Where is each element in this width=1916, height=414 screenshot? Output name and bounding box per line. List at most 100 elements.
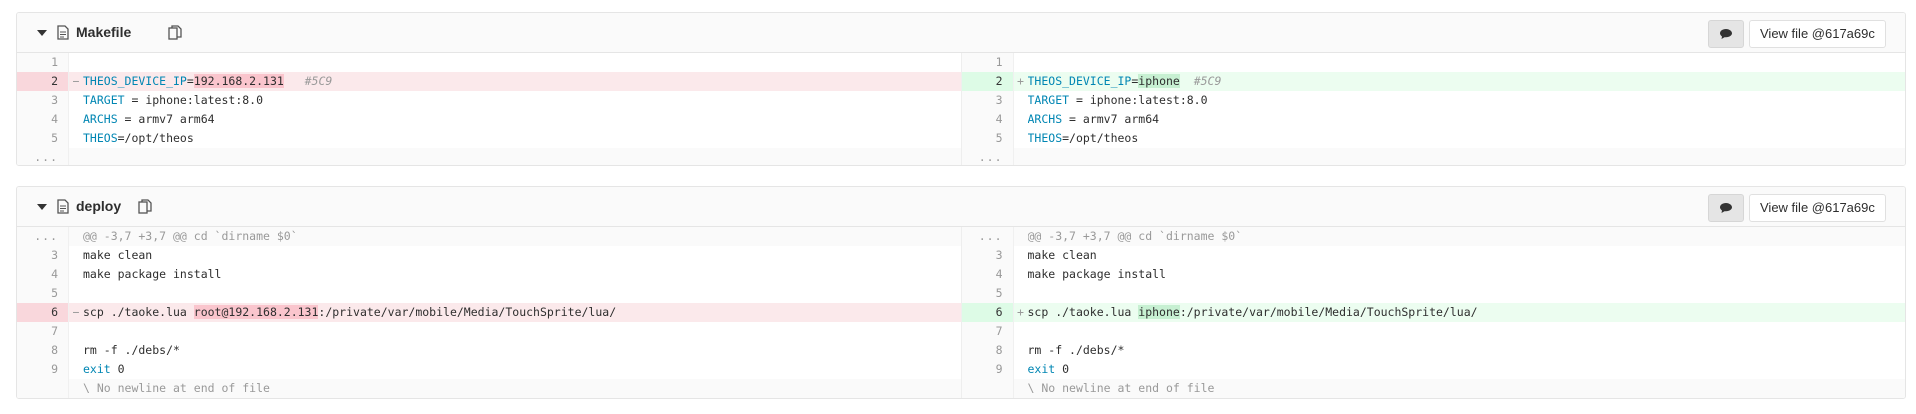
code-content: exit 0 <box>83 360 961 379</box>
file-name[interactable]: deploy <box>76 198 121 214</box>
file-icon <box>57 199 69 214</box>
line-number[interactable]: 5 <box>17 284 69 303</box>
line-number[interactable]: 4 <box>17 265 69 284</box>
changed-text-highlight: root@192.168.2.131 <box>193 305 319 319</box>
code-token: = iphone:latest:8.0 <box>1069 93 1208 107</box>
hunk-header-row: ... @@ -3,7 +3,7 @@ cd `dirname $0` <box>17 227 961 246</box>
diff-marker <box>69 341 83 360</box>
diff-marker: − <box>72 74 80 88</box>
line-number[interactable]: 5 <box>17 129 69 148</box>
line-number[interactable]: 1 <box>961 53 1014 72</box>
diff-table: ... @@ -3,7 +3,7 @@ cd `dirname $0` 3 make … <box>17 227 1905 398</box>
code-content: \ No newline at end of file <box>1028 379 1906 398</box>
code-keyword: ARCHS <box>1027 112 1063 126</box>
copy-file-path-icon[interactable] <box>168 25 182 40</box>
toggle-comments-button[interactable] <box>1708 20 1744 48</box>
diff-marker <box>1014 265 1028 284</box>
view-file-button[interactable]: View file @617a69c <box>1749 20 1886 48</box>
diff-line-row: 3 TARGET = iphone:latest:8.0 <box>17 91 961 110</box>
diff-marker <box>69 379 83 398</box>
diff-line-row: 4 ARCHS = armv7 arm64 <box>961 110 1906 129</box>
line-number[interactable]: 8 <box>961 341 1014 360</box>
diff-line-row: 8 rm -f ./debs/* <box>961 341 1906 360</box>
diff-marker <box>69 91 83 110</box>
diff-marker <box>69 322 83 341</box>
code-keyword: ARCHS <box>83 112 118 126</box>
line-number[interactable]: 6 <box>17 303 69 322</box>
comment-icon <box>1720 29 1732 39</box>
line-number[interactable]: 2 <box>961 72 1014 91</box>
toggle-comments-button[interactable] <box>1708 194 1744 222</box>
code-content: THEOS_DEVICE_IP=iphone #5C9 <box>1028 72 1906 91</box>
line-number[interactable]: 5 <box>961 284 1014 303</box>
code-token: 0 <box>1055 362 1070 376</box>
expand-lines-button[interactable]: ... <box>961 227 1014 246</box>
code-token: \ No newline at end of file <box>1027 381 1215 395</box>
code-token: rm -f ./debs/* <box>83 343 180 357</box>
line-number[interactable]: 3 <box>17 91 69 110</box>
code-content: THEOS_DEVICE_IP=192.168.2.131 #5C9 <box>83 72 961 91</box>
line-number[interactable]: 7 <box>17 322 69 341</box>
diff-line-row: 5 THEOS=/opt/theos <box>17 129 961 148</box>
diff-marker <box>69 265 83 284</box>
copy-file-path-icon[interactable] <box>138 199 152 214</box>
view-file-button[interactable]: View file @617a69c <box>1749 194 1886 222</box>
line-number[interactable]: 8 <box>17 341 69 360</box>
code-content: THEOS=/opt/theos <box>1028 129 1906 148</box>
diff-line-row: 3 TARGET = iphone:latest:8.0 <box>961 91 1906 110</box>
diff-marker: + <box>1017 305 1024 319</box>
code-token: make package install <box>83 267 222 281</box>
code-token: rm -f ./debs/* <box>1027 343 1125 357</box>
changed-text-highlight: 192.168.2.131 <box>193 74 284 88</box>
line-number[interactable]: 3 <box>961 246 1014 265</box>
file-name[interactable]: Makefile <box>76 24 131 40</box>
code-content: @@ -3,7 +3,7 @@ cd `dirname $0` <box>83 227 961 246</box>
line-number[interactable]: 3 <box>961 91 1014 110</box>
line-number[interactable]: 4 <box>961 110 1014 129</box>
diff-line-row: 5 THEOS=/opt/theos <box>961 129 1906 148</box>
line-number[interactable]: 4 <box>17 110 69 129</box>
diff-marker <box>1014 341 1028 360</box>
line-number[interactable]: 3 <box>17 246 69 265</box>
code-content: ARCHS = armv7 arm64 <box>1028 110 1906 129</box>
code-content <box>83 322 961 341</box>
line-number[interactable]: 4 <box>961 265 1014 284</box>
line-number[interactable]: 6 <box>961 303 1014 322</box>
line-number[interactable]: 9 <box>17 360 69 379</box>
code-comment: #5C9 <box>1193 74 1222 88</box>
diff-line-row: 4 make package install <box>961 265 1906 284</box>
code-content: TARGET = iphone:latest:8.0 <box>83 91 961 110</box>
diff-marker <box>1014 91 1028 110</box>
line-number[interactable]: 5 <box>961 129 1014 148</box>
line-number[interactable]: 9 <box>961 360 1014 379</box>
diff-marker <box>69 360 83 379</box>
code-keyword: exit <box>1027 362 1056 376</box>
added-line-row: 6 + scp ./taoke.lua iphone:/private/var/mo… <box>961 303 1905 322</box>
code-keyword: THEOS_DEVICE_IP <box>83 74 187 88</box>
expand-lines-button[interactable]: ... <box>961 148 1014 165</box>
code-keyword: THEOS <box>83 131 118 145</box>
line-number[interactable]: 7 <box>961 322 1014 341</box>
code-content: make clean <box>1028 246 1906 265</box>
expand-lines-button[interactable]: ... <box>17 227 69 246</box>
code-token: :/private/var/mobile/Media/TouchSprite/l… <box>1179 305 1478 319</box>
code-keyword: TARGET <box>83 93 125 107</box>
code-content <box>83 284 961 303</box>
code-content: make package install <box>1028 265 1906 284</box>
diff-marker <box>1014 360 1028 379</box>
line-number[interactable]: 2 <box>17 72 69 91</box>
collapse-caret-icon[interactable] <box>37 204 47 210</box>
diff-new-side: 1 2 + THEOS_DEVICE_IP=iphone #5C9 3 TARGET = … <box>960 53 1906 165</box>
code-content: @@ -3,7 +3,7 @@ cd `dirname $0` <box>1028 227 1906 246</box>
diff-marker: − <box>72 305 80 319</box>
line-number[interactable]: 1 <box>17 53 69 72</box>
code-comment: #5C9 <box>304 74 333 88</box>
diff-marker <box>1014 379 1028 398</box>
collapse-caret-icon[interactable] <box>37 30 47 36</box>
diff-marker <box>69 148 83 165</box>
diff-marker <box>69 53 83 72</box>
code-content: THEOS=/opt/theos <box>83 129 961 148</box>
expand-lines-button[interactable]: ... <box>17 148 69 165</box>
no-newline-row: \ No newline at end of file <box>17 379 961 398</box>
expand-lines-row: ... <box>17 148 961 165</box>
